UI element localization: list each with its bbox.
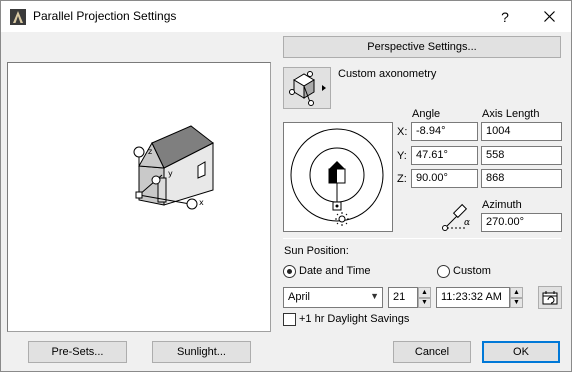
close-icon [543,11,555,22]
time-down-icon[interactable]: ▼ [510,297,523,308]
x-angle-field[interactable]: -8.94° [411,122,478,141]
chevron-down-icon: ▼ [370,291,379,301]
time-value: 11:23:32 AM [441,291,502,303]
cancel-button[interactable]: Cancel [393,341,471,363]
sunlight-button[interactable]: Sunlight... [152,341,251,363]
y-length-field[interactable]: 558 [481,146,562,165]
date-time-radio[interactable] [283,265,296,278]
sun-orbit-icon [290,128,384,226]
preview-z-label: z [148,147,152,156]
daylight-savings-checkbox[interactable] [283,313,296,326]
sun-position-title: Sun Position: [284,245,349,257]
preview-y-label: y [168,169,173,178]
month-select[interactable]: April ▼ [283,287,383,308]
z-axis-label: Z: [397,173,407,185]
close-button[interactable] [527,1,571,32]
projection-mode-button[interactable] [283,67,331,109]
azimuth-field[interactable]: 270.00° [481,213,562,232]
custom-radio[interactable] [437,265,450,278]
time-field[interactable]: 11:23:32 AM [436,287,510,308]
month-value: April [288,291,311,303]
section-divider [283,238,561,239]
day-field[interactable]: 21 [388,287,418,308]
custom-label[interactable]: Custom [453,265,491,277]
x-axis-label: X: [397,126,408,138]
preview-x-label: x [199,198,204,207]
sun-orbit-panel[interactable] [283,122,393,232]
help-button[interactable]: ? [483,1,527,32]
angle-header: Angle [412,108,441,120]
time-stepper[interactable]: ▲ ▼ [510,287,523,308]
date-time-label[interactable]: Date and Time [299,265,371,277]
title-bar[interactable]: Parallel Projection Settings ? [1,1,571,32]
perspective-settings-button[interactable]: Perspective Settings... [283,36,561,58]
axis-length-header: Axis Length [482,108,540,120]
house-preview-icon: z y x [133,125,214,210]
day-stepper[interactable]: ▲ ▼ [418,287,431,308]
projection-preview[interactable]: z y x [7,62,271,332]
daylight-savings-label[interactable]: +1 hr Daylight Savings [299,313,409,325]
alpha-label: α [464,218,470,228]
z-angle-field[interactable]: 90.00° [411,169,478,188]
archicad-app-icon [10,9,26,25]
azimuth-icon: α [442,203,470,231]
y-axis-label: Y: [397,150,407,162]
calendar-icon [542,290,558,304]
z-length-field[interactable]: 868 [481,169,562,188]
x-length-field[interactable]: 1004 [481,122,562,141]
calendar-button[interactable] [538,286,562,309]
axonometry-cube-icon [289,71,326,106]
presets-button[interactable]: Pre-Sets... [28,341,127,363]
window-title: Parallel Projection Settings [33,9,177,23]
day-up-icon[interactable]: ▲ [418,287,431,298]
y-angle-field[interactable]: 47.61° [411,146,478,165]
time-up-icon[interactable]: ▲ [510,287,523,298]
projection-mode-label: Custom axonometry [338,68,437,80]
day-down-icon[interactable]: ▼ [418,297,431,308]
azimuth-label: Azimuth [482,199,522,211]
ok-button[interactable]: OK [482,341,560,363]
day-value: 21 [393,291,406,303]
projection-dialog: Parallel Projection Settings ? z y x Per… [0,0,572,372]
